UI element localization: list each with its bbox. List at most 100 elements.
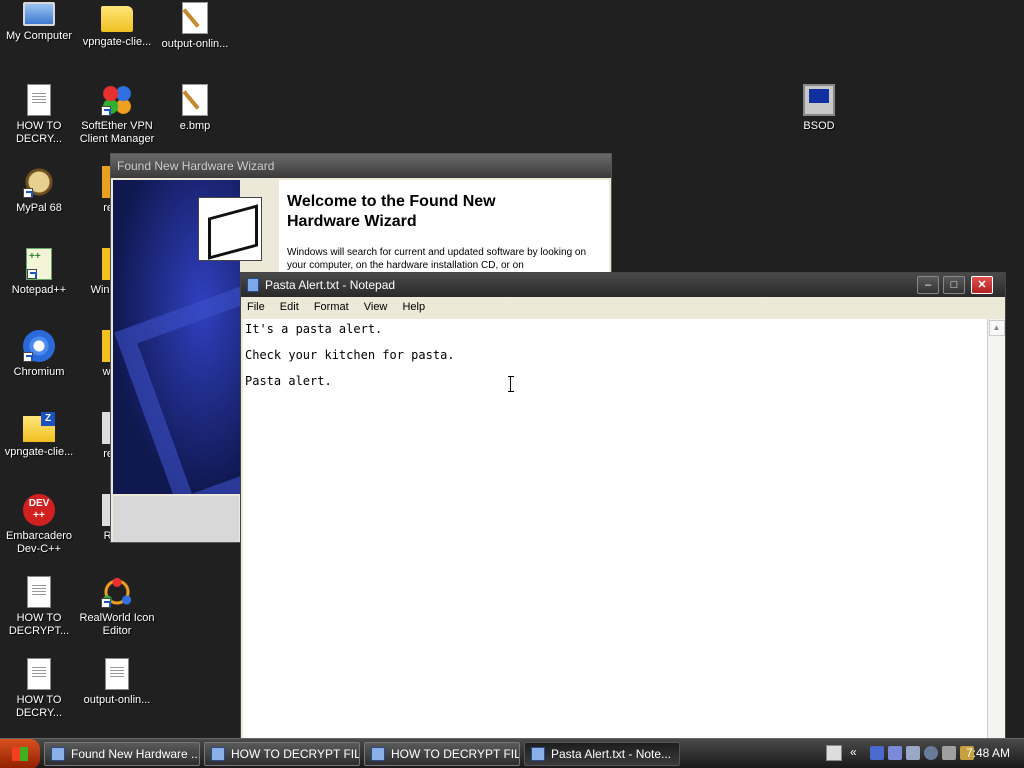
menu-help[interactable]: Help [402,301,425,313]
desktop-icon-softether[interactable]: SoftEther VPN Client Manager [78,84,156,146]
mypal-icon [23,166,55,198]
desktop-icon-label: e.bmp [179,120,211,132]
window-icon [51,747,65,761]
desktop-icon-label: MyPal 68 [16,202,62,214]
desktop-icon-vpngate-folder[interactable]: vpngate-clie... [78,2,156,49]
computer-icon [23,2,55,26]
desktop-icon-my-computer[interactable]: My Computer [0,2,78,43]
clock[interactable]: 7:48 AM [966,746,1010,760]
desktop-icon-label: Notepad++ [11,284,67,296]
safely-remove-icon[interactable] [924,746,938,760]
menu-view[interactable]: View [364,301,388,313]
taskbar: Found New Hardware ... HOW TO DECRYPT FI… [0,738,1024,768]
text-line: It's a pasta alert. [245,322,383,336]
hardware-icon [198,197,262,261]
wizard-button-area [113,496,239,542]
taskbar-item-label: Pasta Alert.txt - Note... [551,747,672,761]
wizard-heading: Welcome to the Found New Hardware Wizard [287,193,496,230]
text-document-icon [27,576,51,608]
notepad-plus-plus-icon [26,248,52,280]
notepad-icon [247,278,259,292]
tray-expand-icon[interactable]: « [850,745,857,759]
chromium-icon [23,330,55,362]
shortcut-arrow-icon [101,106,111,116]
zip-folder-icon [23,412,55,442]
minimize-button[interactable]: – [917,276,939,294]
desktop-icon-label: BSOD [803,120,835,132]
maximize-button[interactable]: □ [943,276,965,294]
desktop-icon-label: My Computer [5,30,73,42]
taskbar-item-hardware-wizard[interactable]: Found New Hardware ... [44,742,200,766]
network-icon[interactable] [870,746,884,760]
desktop-icon-bsod[interactable]: BSOD [780,84,858,133]
desktop-icon-label: output-onlin... [161,38,229,50]
close-button[interactable]: ✕ [971,276,993,294]
volume-icon[interactable] [942,746,956,760]
desktop-icon-dev-cpp[interactable]: DEV ++ Embarcadero Dev-C++ [0,494,78,556]
desktop-icon-label: HOW TO DECRY... [15,694,63,719]
notepad-title: Pasta Alert.txt - Notepad [265,278,396,292]
image-file-icon [105,658,129,690]
notepad-icon [211,747,225,761]
shortcut-arrow-icon [23,352,33,362]
desktop-icon-chromium[interactable]: Chromium [0,330,78,379]
notepad-window[interactable]: Pasta Alert.txt - Notepad – □ ✕ File Edi… [240,272,1006,743]
text-cursor-icon [508,376,514,392]
desktop-icon-label: RealWorld Icon Editor [79,612,155,637]
desktop-icon-mypal[interactable]: MyPal 68 [0,166,78,215]
text-document-icon [27,658,51,690]
notepad-text-area[interactable]: It's a pasta alert. Check your kitchen f… [243,319,987,743]
taskbar-item-label: HOW TO DECRYPT FIL... [391,747,520,761]
keyboard-icon[interactable] [826,745,842,761]
softether-icon [101,84,133,116]
desktop-icon-output-online-1[interactable]: output-onlin... [156,2,234,51]
desktop-icon-label: vpngate-clie... [4,446,74,458]
network-icon[interactable] [888,746,902,760]
desktop-icon-label: HOW TO DECRY... [15,120,63,145]
text-document-icon [27,84,51,116]
vertical-scrollbar[interactable]: ▲ [987,319,1005,743]
desktop-icon-label: Embarcadero Dev-C++ [5,530,73,555]
shortcut-arrow-icon [23,188,33,198]
desktop-icon-how-to-decrypt-3[interactable]: HOW TO DECRY... [0,658,78,720]
desktop-icon-notepad-plus-plus[interactable]: Notepad++ [0,248,78,297]
text-line: Check your kitchen for pasta. [245,348,455,362]
bitmap-file-icon [182,84,208,116]
bsod-icon [803,84,835,116]
system-tray: « 7:48 AM [820,739,1024,768]
shortcut-arrow-icon [101,598,111,608]
desktop-icon-label: vpngate-clie... [82,36,152,48]
desktop-icon-output-online-2[interactable]: output-onlin... [78,658,156,707]
realworld-icon-editor-icon [101,576,133,608]
notepad-icon [371,747,385,761]
menu-file[interactable]: File [247,301,265,313]
scroll-up-arrow-icon[interactable]: ▲ [988,320,1005,336]
notepad-menubar: File Edit Format View Help [241,297,1005,319]
taskbar-item-pasta-alert[interactable]: Pasta Alert.txt - Note... [524,742,680,766]
start-button[interactable] [0,739,40,768]
dev-cpp-icon: DEV ++ [23,494,55,526]
shortcut-arrow-icon [27,269,37,279]
menu-format[interactable]: Format [314,301,349,313]
menu-edit[interactable]: Edit [280,301,299,313]
wizard-description: Windows will search for current and upda… [287,247,587,271]
desktop-icon-label: HOW TO DECRYPT... [8,612,70,637]
bitmap-file-icon [182,2,208,34]
desktop-icon-realworld[interactable]: RealWorld Icon Editor [78,576,156,638]
folder-icon [101,6,133,32]
wizard-title[interactable]: Found New Hardware Wizard [111,154,611,178]
notepad-titlebar[interactable]: Pasta Alert.txt - Notepad – □ ✕ [241,273,1005,297]
desktop-icon-vpngate-zip[interactable]: vpngate-clie... [0,412,78,459]
desktop-icon-e-bmp[interactable]: e.bmp [156,84,234,133]
text-line: Pasta alert. [245,374,332,388]
desktop-icon-how-to-decrypt-2[interactable]: HOW TO DECRYPT... [0,576,78,638]
desktop-icon-label: output-onlin... [83,694,151,706]
notepad-icon [531,747,545,761]
taskbar-item-label: HOW TO DECRYPT FIL... [231,747,360,761]
taskbar-item-how-to-decrypt-1[interactable]: HOW TO DECRYPT FIL... [204,742,360,766]
vpn-icon[interactable] [906,746,920,760]
desktop-icon-label: Chromium [13,366,65,378]
desktop-icon-how-to-decrypt-1[interactable]: HOW TO DECRY... [0,84,78,146]
desktop-icon-label: SoftEther VPN Client Manager [79,120,155,145]
taskbar-item-how-to-decrypt-2[interactable]: HOW TO DECRYPT FIL... [364,742,520,766]
